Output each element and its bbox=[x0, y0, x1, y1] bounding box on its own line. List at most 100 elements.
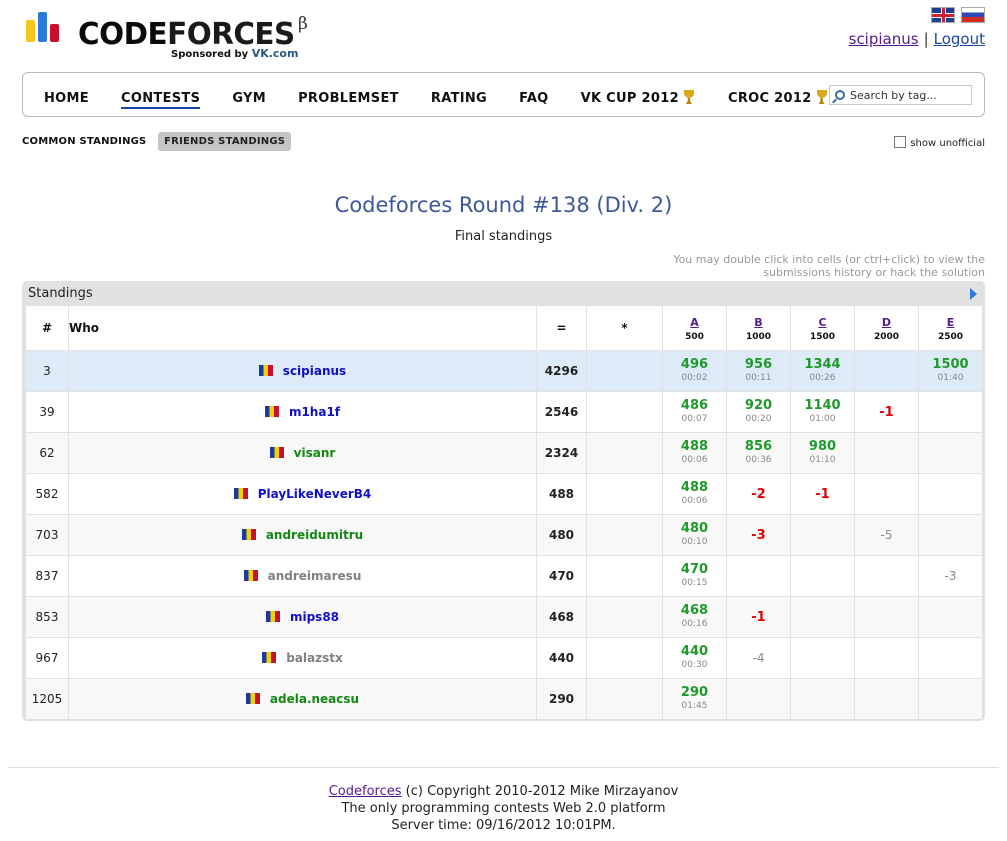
menu-item-gym[interactable]: GYM bbox=[232, 91, 266, 106]
problem-c-link[interactable]: C bbox=[818, 316, 826, 329]
english-flag-icon[interactable] bbox=[931, 7, 955, 23]
problem-result-cell[interactable] bbox=[918, 678, 983, 720]
footer-tagline: The only programming contests Web 2.0 pl… bbox=[341, 801, 666, 816]
problem-result-cell[interactable]: 488 00:06 bbox=[662, 473, 727, 515]
problem-result-cell[interactable]: 480 00:10 bbox=[662, 514, 727, 556]
problem-result-cell[interactable] bbox=[790, 637, 855, 679]
problem-score: 488 bbox=[680, 480, 709, 495]
problem-result-cell[interactable]: 1140 01:00 bbox=[790, 391, 855, 433]
participant-handle[interactable]: visanr bbox=[294, 446, 336, 460]
rejected-attempts: -1 bbox=[751, 609, 766, 625]
penalty-cell bbox=[586, 350, 663, 392]
problem-result-cell[interactable]: -3 bbox=[726, 514, 791, 556]
problem-result-cell[interactable] bbox=[854, 596, 919, 638]
problem-result-cell[interactable]: 496 00:02 bbox=[662, 350, 727, 392]
problem-a-link[interactable]: A bbox=[690, 316, 699, 329]
menu-item-rating[interactable]: RATING bbox=[431, 91, 487, 106]
problem-result-cell[interactable]: -1 bbox=[790, 473, 855, 515]
rank-cell: 582 bbox=[25, 473, 69, 515]
problem-result-cell[interactable] bbox=[918, 596, 983, 638]
country-flag-icon bbox=[243, 570, 258, 581]
problem-e-link[interactable]: E bbox=[947, 316, 955, 329]
contest-title[interactable]: Codeforces Round #138 (Div. 2) bbox=[0, 193, 1007, 217]
problem-result-cell[interactable]: -2 bbox=[726, 473, 791, 515]
participant-cell: visanr bbox=[68, 432, 537, 474]
problem-result-cell[interactable] bbox=[790, 596, 855, 638]
problem-result-cell[interactable]: 470 00:15 bbox=[662, 555, 727, 597]
problem-c-header: C 1500 bbox=[790, 305, 855, 351]
problem-result-cell[interactable] bbox=[918, 432, 983, 474]
problem-result-cell[interactable] bbox=[854, 555, 919, 597]
participant-handle[interactable]: scipianus bbox=[283, 364, 346, 378]
problem-result-cell[interactable] bbox=[918, 514, 983, 556]
problem-result-cell[interactable]: -3 bbox=[918, 555, 983, 597]
problem-result-cell[interactable] bbox=[854, 432, 919, 474]
unofficial-attempts: -4 bbox=[752, 651, 765, 665]
show-unofficial-toggle[interactable]: show unofficial bbox=[894, 136, 985, 149]
unofficial-attempts: -5 bbox=[880, 528, 893, 542]
russian-flag-icon[interactable] bbox=[961, 7, 985, 23]
participant-handle[interactable]: m1ha1f bbox=[289, 405, 340, 419]
menu-item-home[interactable]: HOME bbox=[44, 91, 89, 106]
participant-handle[interactable]: adela.neacsu bbox=[270, 692, 359, 706]
codeforces-logo[interactable]: CODEFORCES β Sponsored by VK.com bbox=[26, 12, 326, 64]
problem-result-cell[interactable] bbox=[726, 678, 791, 720]
participant-handle[interactable]: PlayLikeNeverB4 bbox=[258, 487, 372, 501]
problem-result-cell[interactable]: 1344 00:26 bbox=[790, 350, 855, 392]
problem-d-link[interactable]: D bbox=[882, 316, 891, 329]
problem-result-cell[interactable]: 920 00:20 bbox=[726, 391, 791, 433]
rejected-attempts: -1 bbox=[879, 404, 894, 420]
profile-link[interactable]: scipianus bbox=[849, 30, 919, 48]
problem-result-cell[interactable] bbox=[790, 555, 855, 597]
problem-result-cell[interactable]: -4 bbox=[726, 637, 791, 679]
menu-item-croc[interactable]: CROC 2012 bbox=[728, 90, 829, 106]
problem-result-cell[interactable]: 290 01:45 bbox=[662, 678, 727, 720]
participant-cell: andreimaresu bbox=[68, 555, 537, 597]
problem-result-cell[interactable] bbox=[790, 514, 855, 556]
menu-item-contests[interactable]: CONTESTS bbox=[121, 91, 201, 109]
problem-b-link[interactable]: B bbox=[754, 316, 762, 329]
problem-result-cell[interactable]: 486 00:07 bbox=[662, 391, 727, 433]
total-score-cell: 2546 bbox=[536, 391, 587, 433]
participant-handle[interactable]: balazstx bbox=[286, 651, 343, 665]
problem-result-cell[interactable] bbox=[726, 555, 791, 597]
problem-result-cell[interactable] bbox=[918, 391, 983, 433]
problem-result-cell[interactable]: 856 00:36 bbox=[726, 432, 791, 474]
participant-handle[interactable]: andreimaresu bbox=[268, 569, 362, 583]
expand-arrow-icon[interactable] bbox=[970, 288, 977, 300]
search-input[interactable]: Search by tag... bbox=[829, 85, 972, 105]
menu-item-vk-cup[interactable]: VK CUP 2012 bbox=[581, 90, 696, 106]
problem-result-cell[interactable] bbox=[854, 637, 919, 679]
problem-result-cell[interactable] bbox=[854, 350, 919, 392]
problem-result-cell[interactable] bbox=[790, 678, 855, 720]
problem-result-cell[interactable]: 488 00:06 bbox=[662, 432, 727, 474]
participant-handle[interactable]: andreidumitru bbox=[266, 528, 363, 542]
problem-result-cell[interactable]: 956 00:11 bbox=[726, 350, 791, 392]
problem-result-cell[interactable]: -5 bbox=[854, 514, 919, 556]
show-unofficial-checkbox[interactable] bbox=[894, 136, 907, 148]
participant-handle[interactable]: mips88 bbox=[290, 610, 339, 624]
submission-time: 00:07 bbox=[681, 414, 708, 424]
problem-result-cell[interactable]: -1 bbox=[854, 391, 919, 433]
problem-result-cell[interactable]: 440 00:30 bbox=[662, 637, 727, 679]
logout-link[interactable]: Logout bbox=[934, 30, 985, 48]
problem-result-cell[interactable] bbox=[854, 678, 919, 720]
problem-result-cell[interactable]: 1500 01:40 bbox=[918, 350, 983, 392]
menu-item-problemset[interactable]: PROBLEMSET bbox=[298, 91, 399, 106]
footer-codeforces-link[interactable]: Codeforces bbox=[329, 784, 402, 799]
standings-table: # Who = * A 500 B 1000 C 1500 D 2000 E 2500 3… bbox=[25, 305, 983, 720]
problem-result-cell[interactable]: 468 00:16 bbox=[662, 596, 727, 638]
tab-common-standings[interactable]: COMMON STANDINGS bbox=[22, 136, 146, 147]
tab-friends-standings[interactable]: FRIENDS STANDINGS bbox=[158, 132, 292, 151]
country-flag-icon bbox=[265, 611, 280, 622]
problem-result-cell[interactable] bbox=[854, 473, 919, 515]
penalty-cell bbox=[586, 555, 663, 597]
menu-item-faq[interactable]: FAQ bbox=[519, 91, 548, 106]
problem-result-cell[interactable] bbox=[918, 637, 983, 679]
standings-hint: You may double click into cells (or ctrl… bbox=[673, 253, 985, 279]
language-flags bbox=[925, 7, 985, 26]
search-icon bbox=[835, 90, 845, 100]
problem-result-cell[interactable]: -1 bbox=[726, 596, 791, 638]
problem-result-cell[interactable] bbox=[918, 473, 983, 515]
problem-result-cell[interactable]: 980 01:10 bbox=[790, 432, 855, 474]
